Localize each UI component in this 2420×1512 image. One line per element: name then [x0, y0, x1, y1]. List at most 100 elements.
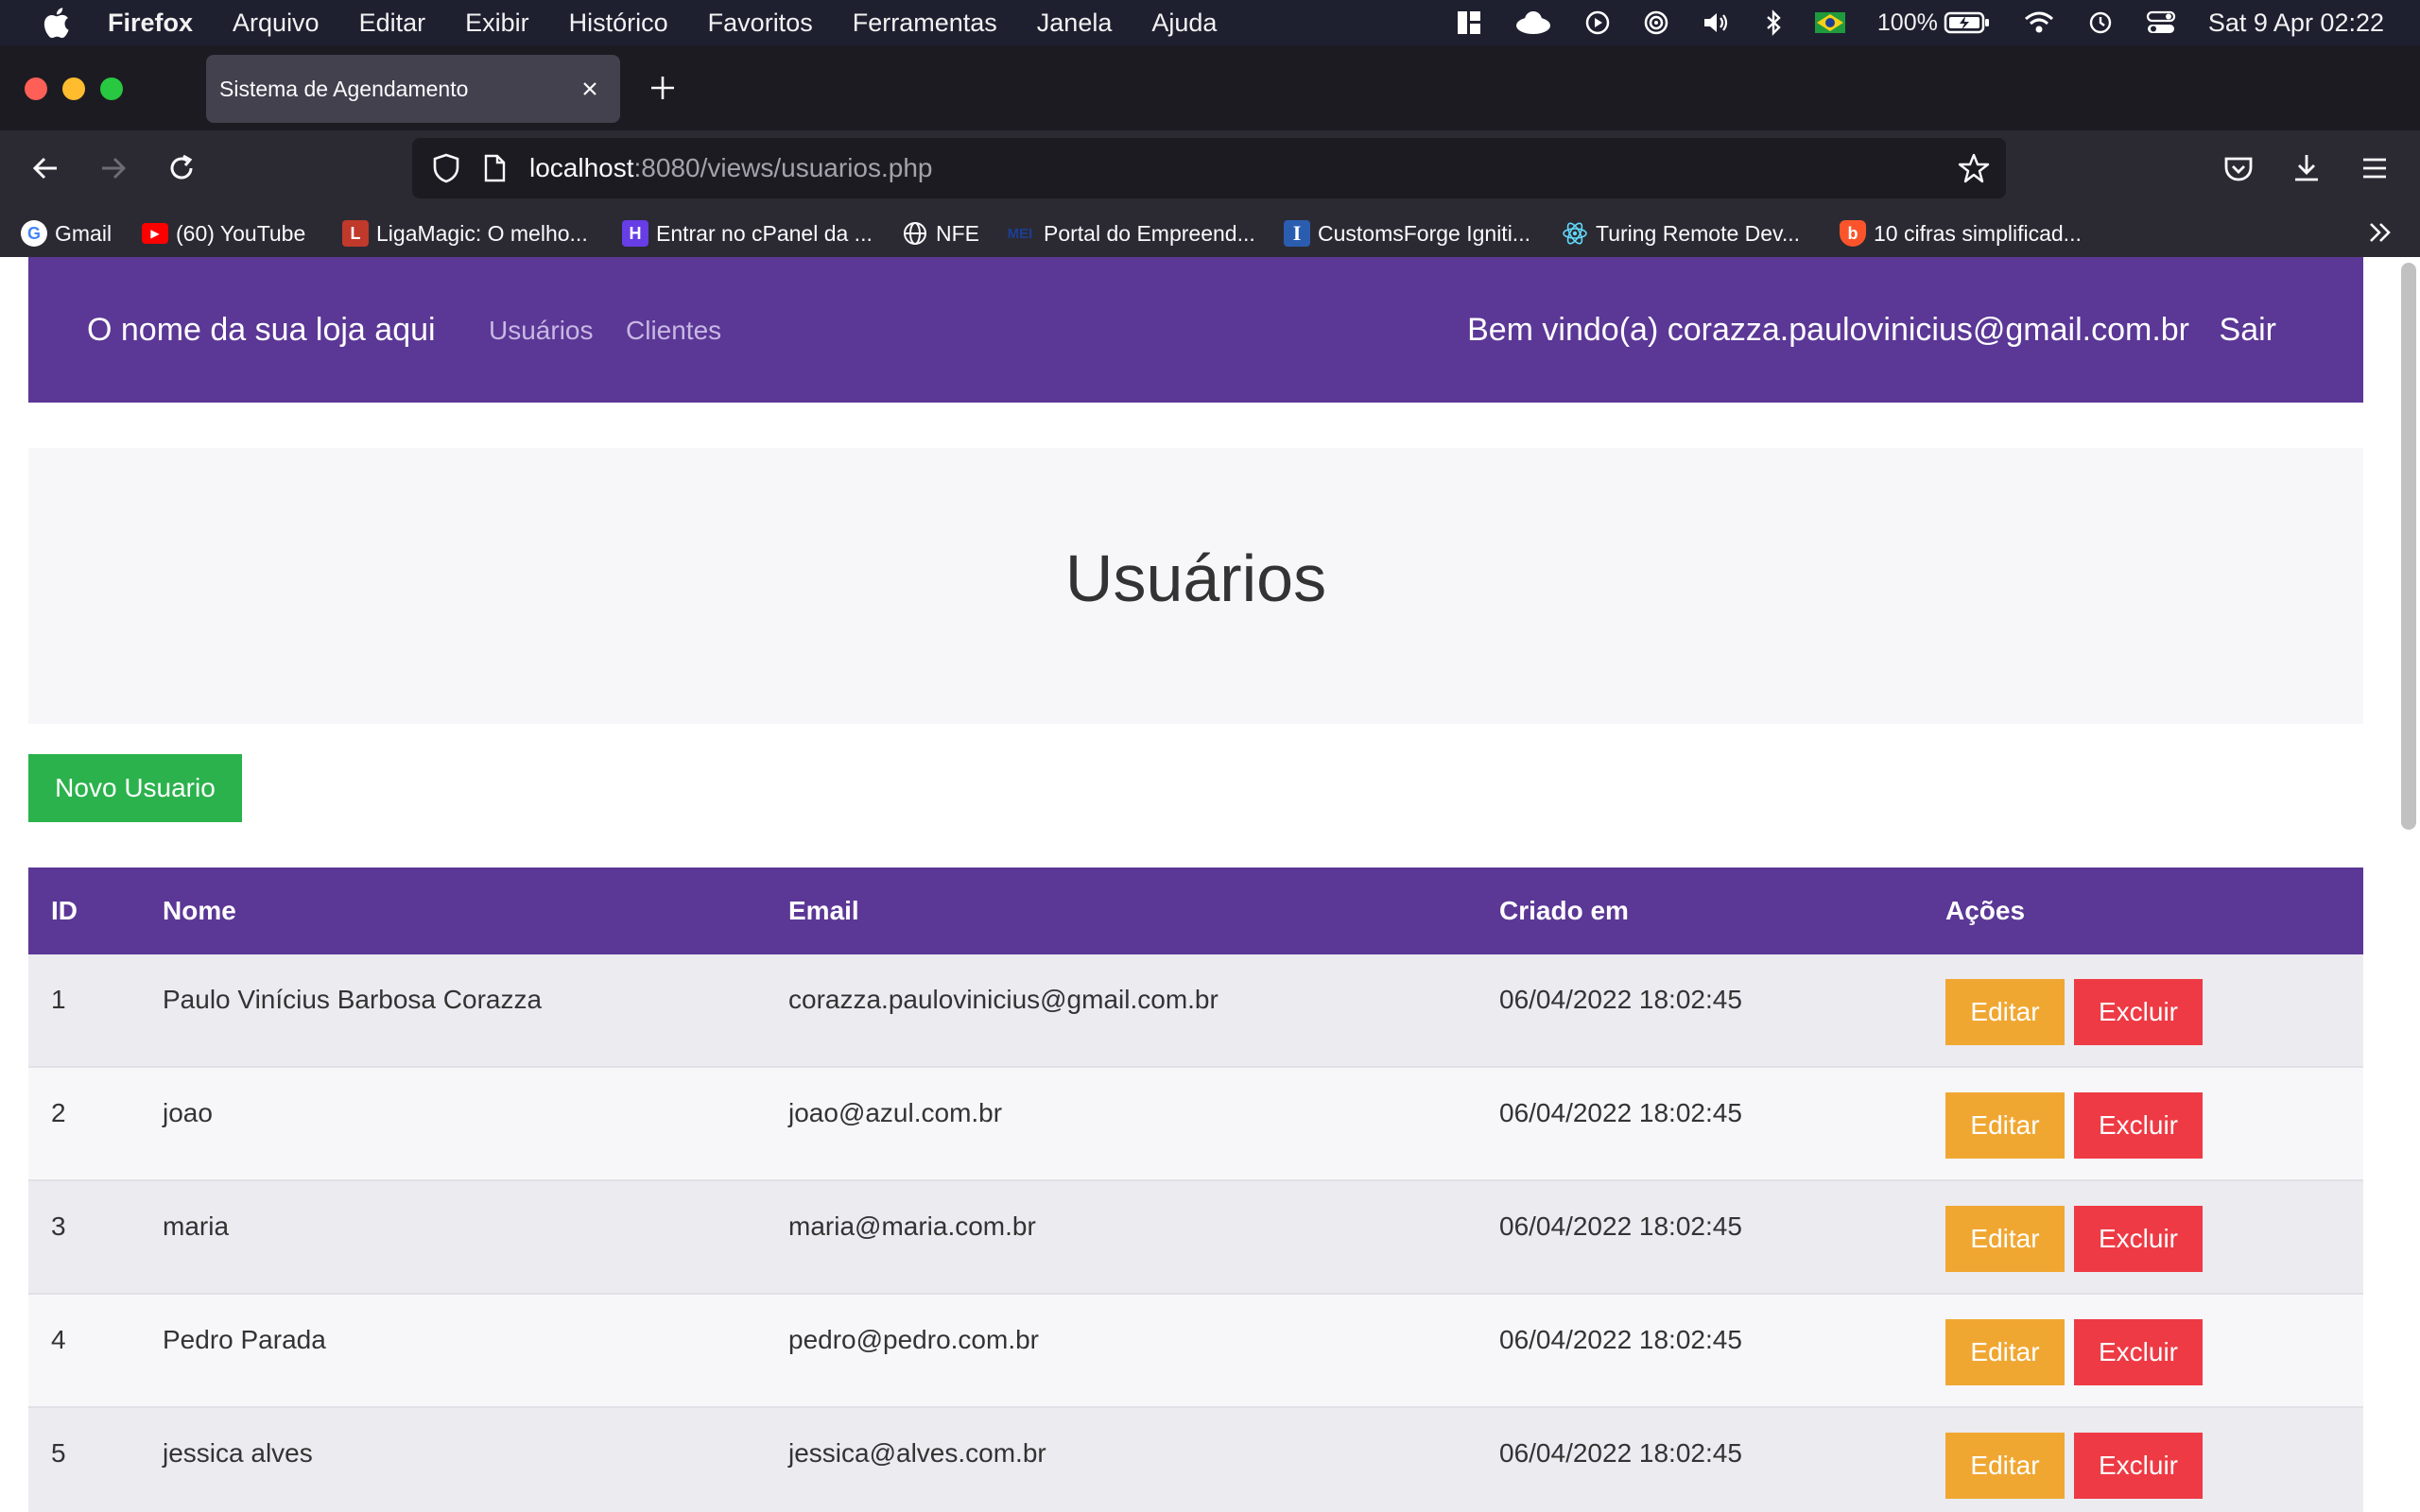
url-path: :8080/views/usuarios.php — [633, 153, 933, 182]
logout-link[interactable]: Sair — [2220, 312, 2276, 349]
cell-name: Paulo Vinícius Barbosa Corazza — [163, 985, 543, 1014]
delete-button[interactable]: Excluir — [2074, 979, 2203, 1045]
menu-ajuda[interactable]: Ajuda — [1151, 9, 1217, 38]
delete-button[interactable]: Excluir — [2074, 1319, 2203, 1385]
time-machine-icon[interactable] — [2087, 9, 2114, 36]
cell-id: 3 — [51, 1211, 66, 1241]
hamburger-menu-icon[interactable] — [2356, 149, 2394, 187]
menu-exibir[interactable]: Exibir — [465, 9, 529, 38]
status-area: 100% Sat 9 Apr 02:22 — [1456, 0, 2420, 45]
cell-id: 2 — [51, 1098, 66, 1127]
menu-janela[interactable]: Janela — [1037, 9, 1113, 38]
battery-percent: 100% — [1876, 9, 1938, 36]
nav-link-usuarios[interactable]: Usuários — [489, 316, 593, 346]
nav-link-clientes[interactable]: Clientes — [626, 316, 721, 346]
table-header: ID Nome Email Criado em Ações — [28, 868, 2363, 954]
bookmark-label: NFE — [936, 220, 979, 246]
page-title: Usuários — [1064, 541, 1327, 615]
bookmark-label: Entrar no cPanel da ... — [656, 220, 873, 246]
bookmark-turing[interactable]: Turing Remote Dev... — [1562, 219, 1800, 248]
brave-icon: b — [1840, 220, 1866, 247]
delete-button[interactable]: Excluir — [2074, 1092, 2203, 1159]
mei-icon: MEI — [1007, 225, 1033, 242]
cell-created: 06/04/2022 18:02:45 — [1499, 1438, 1742, 1468]
react-icon — [1562, 220, 1588, 247]
cell-created: 06/04/2022 18:02:45 — [1499, 1098, 1742, 1127]
ligamagic-icon: L — [342, 220, 369, 247]
macos-menubar: Firefox Arquivo Editar Exibir Histórico … — [0, 0, 2420, 45]
tab-close-icon[interactable] — [577, 76, 603, 102]
edit-button[interactable]: Editar — [1945, 1319, 2065, 1385]
column-header-nome: Nome — [163, 896, 236, 925]
edit-button[interactable]: Editar — [1945, 1433, 2065, 1499]
delete-button[interactable]: Excluir — [2074, 1206, 2203, 1272]
table-row: 5 jessica alves jessica@alves.com.br 06/… — [28, 1408, 2363, 1512]
menu-app-firefox[interactable]: Firefox — [108, 9, 193, 38]
forward-icon[interactable] — [95, 149, 132, 187]
menubar-clock[interactable]: Sat 9 Apr 02:22 — [2208, 9, 2384, 38]
bookmark-gmail[interactable]: G Gmail — [21, 219, 112, 248]
delete-button[interactable]: Excluir — [2074, 1433, 2203, 1499]
cloud-icon[interactable] — [1514, 10, 1552, 35]
bookmark-youtube[interactable]: ▶ (60) YouTube — [142, 219, 305, 248]
page-scrollbar[interactable] — [2401, 263, 2416, 830]
edit-button[interactable]: Editar — [1945, 1092, 2065, 1159]
menu-ferramentas[interactable]: Ferramentas — [853, 9, 997, 38]
cell-id: 4 — [51, 1325, 66, 1354]
site-brand[interactable]: O nome da sua loja aqui — [87, 312, 436, 349]
bookmark-customsforge[interactable]: I CustomsForge Igniti... — [1284, 219, 1530, 248]
cell-created: 06/04/2022 18:02:45 — [1499, 1325, 1742, 1354]
brazil-flag-icon[interactable] — [1814, 12, 1845, 33]
cell-email: corazza.paulovinicius@gmail.com.br — [788, 985, 1219, 1014]
control-center-icon[interactable] — [2146, 9, 2176, 36]
shield-icon[interactable] — [429, 151, 463, 190]
table-row: 4 Pedro Parada pedro@pedro.com.br 06/04/… — [28, 1295, 2363, 1408]
cell-email: maria@maria.com.br — [788, 1211, 1036, 1241]
new-tab-icon[interactable] — [648, 74, 677, 102]
menu-editar[interactable]: Editar — [359, 9, 426, 38]
menu-historico[interactable]: Histórico — [569, 9, 668, 38]
window-minimize-button[interactable] — [62, 77, 85, 100]
bluetooth-icon[interactable] — [1764, 9, 1783, 36]
play-icon[interactable] — [1584, 9, 1611, 36]
pocket-icon[interactable] — [2220, 149, 2257, 187]
cell-email: pedro@pedro.com.br — [788, 1325, 1040, 1354]
cell-created: 06/04/2022 18:02:45 — [1499, 1211, 1742, 1241]
tab-active[interactable]: Sistema de Agendamento — [206, 55, 620, 123]
column-header-criado-em: Criado em — [1499, 896, 1629, 925]
bookmark-cifras[interactable]: b 10 cifras simplificad... — [1840, 219, 2082, 248]
url-text[interactable]: localhost:8080/views/usuarios.php — [529, 153, 933, 183]
new-user-button[interactable]: Novo Usuario — [28, 754, 242, 822]
edit-button[interactable]: Editar — [1945, 1206, 2065, 1272]
cell-name: joao — [163, 1098, 213, 1127]
bookmark-nfe[interactable]: NFE — [902, 219, 979, 248]
battery-icon[interactable] — [1944, 10, 1991, 35]
url-bar[interactable]: localhost:8080/views/usuarios.php — [412, 138, 2006, 198]
tab-title: Sistema de Agendamento — [219, 76, 469, 101]
bookmark-label: Gmail — [55, 220, 112, 246]
google-icon: G — [21, 220, 47, 247]
bookmark-star-icon[interactable] — [1957, 151, 1991, 190]
reload-icon[interactable] — [163, 149, 200, 187]
wifi-icon[interactable] — [2023, 10, 2055, 35]
cell-name: Pedro Parada — [163, 1325, 326, 1354]
globe-icon — [902, 220, 928, 247]
window-zoom-button[interactable] — [100, 77, 123, 100]
apple-icon[interactable] — [40, 6, 72, 40]
downloads-icon[interactable] — [2288, 149, 2325, 187]
window-close-button[interactable] — [25, 77, 47, 100]
back-icon[interactable] — [26, 149, 64, 187]
cell-email: joao@azul.com.br — [788, 1098, 1003, 1127]
bookmarks-overflow-icon[interactable] — [2365, 217, 2395, 252]
bookmark-cpanel[interactable]: H Entrar no cPanel da ... — [622, 219, 873, 248]
window-manager-icon[interactable] — [1456, 9, 1482, 36]
airdrop-icon[interactable] — [1643, 9, 1669, 36]
bookmark-portal-empreendedor[interactable]: MEI Portal do Empreend... — [1004, 219, 1255, 248]
bookmark-ligamagic[interactable]: L LigaMagic: O melho... — [342, 219, 588, 248]
cell-name: maria — [163, 1211, 230, 1241]
menu-arquivo[interactable]: Arquivo — [233, 9, 320, 38]
volume-icon[interactable] — [1702, 9, 1732, 36]
edit-button[interactable]: Editar — [1945, 979, 2065, 1045]
menu-favoritos[interactable]: Favoritos — [708, 9, 813, 38]
page-info-icon[interactable] — [480, 153, 509, 188]
